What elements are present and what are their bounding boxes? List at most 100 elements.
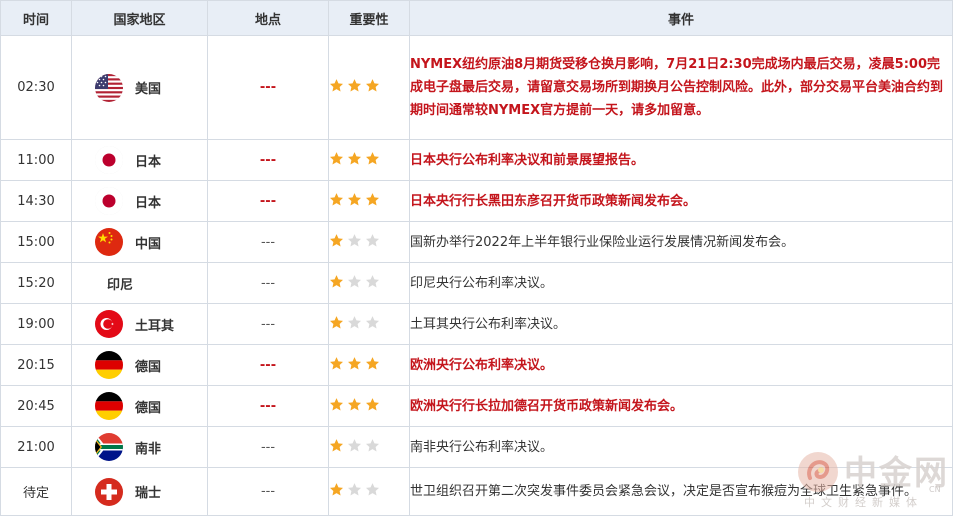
table-row[interactable]: 21:00 南非 --- 南非央行公布利率决议。 bbox=[0, 426, 953, 468]
event-country-cell: 日本 bbox=[71, 180, 208, 222]
event-location: --- bbox=[207, 385, 329, 427]
event-location: --- bbox=[207, 467, 329, 516]
country-name: 德国 bbox=[135, 359, 162, 375]
star-empty-icon bbox=[365, 233, 380, 248]
importance-rating bbox=[328, 426, 410, 468]
header-event: 事件 bbox=[409, 0, 953, 36]
country-name: 日本 bbox=[135, 195, 162, 211]
event-description: 欧洲央行公布利率决议。 bbox=[409, 344, 953, 386]
event-time: 02:30 bbox=[0, 35, 72, 140]
star-empty-icon bbox=[347, 482, 362, 497]
event-country-cell: 中国 bbox=[71, 221, 208, 263]
star-filled-icon bbox=[329, 397, 344, 412]
country-name: 德国 bbox=[135, 400, 162, 416]
star-empty-icon bbox=[347, 438, 362, 453]
event-description: 国新办举行2022年上半年银行业保险业运行发展情况新闻发布会。 bbox=[409, 221, 953, 263]
star-filled-icon bbox=[347, 356, 362, 371]
star-filled-icon bbox=[365, 356, 380, 371]
importance-rating bbox=[328, 221, 410, 263]
event-description: 南非央行公布利率决议。 bbox=[409, 426, 953, 468]
star-empty-icon bbox=[365, 274, 380, 289]
event-time: 14:30 bbox=[0, 180, 72, 222]
event-time: 15:20 bbox=[0, 262, 72, 304]
event-time: 11:00 bbox=[0, 139, 72, 181]
star-filled-icon bbox=[329, 233, 344, 248]
table-row[interactable]: 14:30 日本 --- 日本央行行长黑田东彦召开货币政策新闻发布会。 bbox=[0, 180, 953, 222]
star-filled-icon bbox=[347, 78, 362, 93]
event-location: --- bbox=[207, 221, 329, 263]
japan-flag-icon bbox=[95, 146, 123, 174]
event-description: 印尼央行公布利率决议。 bbox=[409, 262, 953, 304]
star-filled-icon bbox=[329, 192, 344, 207]
event-country-cell: 土耳其 bbox=[71, 303, 208, 345]
event-time: 15:00 bbox=[0, 221, 72, 263]
importance-rating bbox=[328, 180, 410, 222]
event-country-cell: 德国 bbox=[71, 344, 208, 386]
header-country: 国家地区 bbox=[71, 0, 208, 36]
country-name: 土耳其 bbox=[135, 318, 175, 334]
south-africa-flag-icon bbox=[95, 433, 123, 461]
germany-flag-icon bbox=[95, 392, 123, 420]
header-time: 时间 bbox=[0, 0, 72, 36]
star-empty-icon bbox=[347, 274, 362, 289]
table-row[interactable]: 20:15 德国 --- 欧洲央行公布利率决议。 bbox=[0, 344, 953, 386]
star-empty-icon bbox=[347, 233, 362, 248]
turkey-flag-icon bbox=[95, 310, 123, 338]
event-location: --- bbox=[207, 180, 329, 222]
event-description: 世卫组织召开第二次突发事件委员会紧急会议，决定是否宣布猴痘为全球卫生紧急事件。 bbox=[409, 467, 953, 516]
event-country-cell: 日本 bbox=[71, 139, 208, 181]
country-name: 中国 bbox=[135, 236, 162, 252]
country-name: 印尼 bbox=[107, 277, 134, 293]
event-location: --- bbox=[207, 262, 329, 304]
table-row[interactable]: 11:00 日本 --- 日本央行公布利率决议和前景展望报告。 bbox=[0, 139, 953, 181]
star-filled-icon bbox=[365, 192, 380, 207]
germany-flag-icon bbox=[95, 351, 123, 379]
event-country-cell: 德国 bbox=[71, 385, 208, 427]
star-filled-icon bbox=[365, 397, 380, 412]
event-description: NYMEX纽约原油8月期货受移仓换月影响，7月21日2:30完成场内最后交易，凌… bbox=[409, 35, 953, 140]
country-name: 南非 bbox=[135, 441, 162, 457]
table-row[interactable]: 02:30 美国 --- NYMEX纽约原油8月期货受移仓换月影响，7月21日2:30… bbox=[0, 35, 953, 140]
star-filled-icon bbox=[347, 151, 362, 166]
us-flag-icon bbox=[95, 73, 123, 102]
switzerland-flag-icon bbox=[95, 477, 123, 506]
event-description: 欧洲央行行长拉加德召开货币政策新闻发布会。 bbox=[409, 385, 953, 427]
header-location: 地点 bbox=[207, 0, 329, 36]
table-row[interactable]: 19:00 土耳其 --- 土耳其央行公布利率决议。 bbox=[0, 303, 953, 345]
star-filled-icon bbox=[329, 315, 344, 330]
importance-rating bbox=[328, 262, 410, 304]
event-location: --- bbox=[207, 426, 329, 468]
table-header-row: 时间 国家地区 地点 重要性 事件 bbox=[0, 0, 953, 36]
star-filled-icon bbox=[347, 397, 362, 412]
economic-calendar-table: 时间 国家地区 地点 重要性 事件 02:30 美国 --- NYMEX纽约原油8月期… bbox=[0, 0, 953, 516]
japan-flag-icon bbox=[95, 187, 123, 215]
star-filled-icon bbox=[329, 78, 344, 93]
star-filled-icon bbox=[329, 356, 344, 371]
event-country-cell: 瑞士 bbox=[71, 467, 208, 516]
importance-rating bbox=[328, 385, 410, 427]
star-filled-icon bbox=[329, 438, 344, 453]
event-location: --- bbox=[207, 35, 329, 140]
star-filled-icon bbox=[329, 482, 344, 497]
event-description: 土耳其央行公布利率决议。 bbox=[409, 303, 953, 345]
event-time: 20:45 bbox=[0, 385, 72, 427]
importance-rating bbox=[328, 303, 410, 345]
star-empty-icon bbox=[365, 315, 380, 330]
star-filled-icon bbox=[329, 274, 344, 289]
table-row[interactable]: 15:20 印尼 --- 印尼央行公布利率决议。 bbox=[0, 262, 953, 304]
country-name: 美国 bbox=[135, 82, 162, 97]
event-time: 21:00 bbox=[0, 426, 72, 468]
table-row[interactable]: 20:45 德国 --- 欧洲央行行长拉加德召开货币政策新闻发布会。 bbox=[0, 385, 953, 427]
star-empty-icon bbox=[365, 438, 380, 453]
event-time: 19:00 bbox=[0, 303, 72, 345]
table-row[interactable]: 15:00 中国 --- 国新办举行2022年上半年银行业保险业运行发展情况新闻发布会… bbox=[0, 221, 953, 263]
star-filled-icon bbox=[365, 151, 380, 166]
star-filled-icon bbox=[365, 78, 380, 93]
star-filled-icon bbox=[329, 151, 344, 166]
star-empty-icon bbox=[365, 482, 380, 497]
event-country-cell: 美国 bbox=[71, 35, 208, 140]
event-description: 日本央行公布利率决议和前景展望报告。 bbox=[409, 139, 953, 181]
china-flag-icon bbox=[95, 228, 123, 256]
table-row[interactable]: 待定 瑞士 --- 世卫组织召开第二次突发事件委员会紧急会议，决定是否宣布猴痘为全球卫… bbox=[0, 467, 953, 516]
star-empty-icon bbox=[347, 315, 362, 330]
